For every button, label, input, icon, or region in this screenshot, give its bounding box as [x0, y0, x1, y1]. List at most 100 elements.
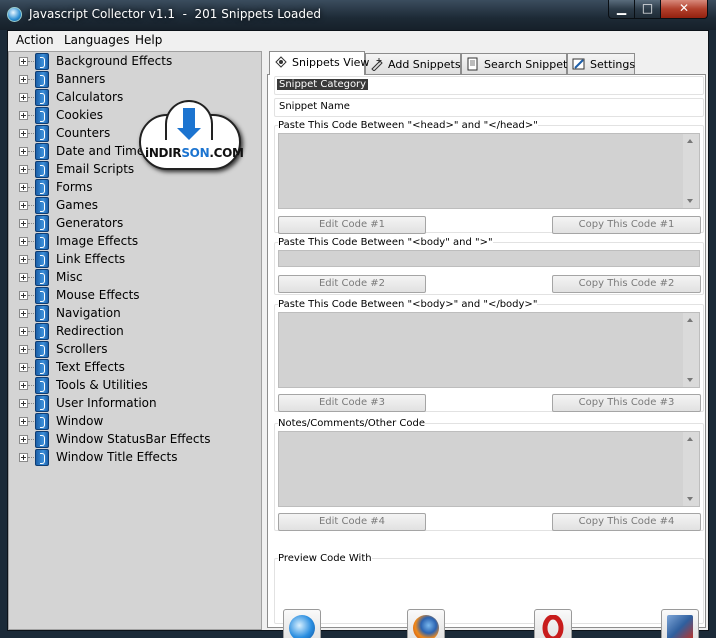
logo-text: iNDIRSON.COM: [145, 146, 244, 160]
tree-item[interactable]: Window StatusBar Effects: [19, 431, 259, 449]
expand-icon[interactable]: [19, 381, 28, 390]
close-button[interactable]: ✕: [660, 0, 708, 19]
logo-text-2: SON: [181, 146, 210, 160]
tree-item-label: Window: [56, 414, 104, 428]
scroll-down-icon[interactable]: [687, 497, 693, 501]
body-code-scrollbar[interactable]: [683, 313, 699, 387]
tree-item-label: Scrollers: [56, 342, 108, 356]
tab-settings[interactable]: Settings: [567, 53, 635, 74]
book-icon: [35, 125, 49, 142]
expand-icon[interactable]: [19, 363, 28, 372]
tree-item[interactable]: Background Effects: [19, 53, 259, 71]
tree-item[interactable]: Tools & Utilities: [19, 377, 259, 395]
edit-code-4-button[interactable]: Edit Code #4: [278, 513, 426, 531]
menu-action[interactable]: Action: [16, 33, 54, 47]
expand-icon[interactable]: [19, 219, 28, 228]
head-code-textarea[interactable]: [278, 133, 700, 209]
tree-item[interactable]: Window: [19, 413, 259, 431]
preview-opera-button[interactable]: [534, 609, 572, 638]
tree-item[interactable]: Generators: [19, 215, 259, 233]
expand-icon[interactable]: [19, 327, 28, 336]
category-tree[interactable]: Background Effects Banners Calculators Cook…: [8, 51, 262, 630]
main-window: Action Languages Help Background Effects…: [7, 30, 709, 638]
notes-textarea[interactable]: [278, 431, 700, 507]
tree-item[interactable]: Forms: [19, 179, 259, 197]
expand-icon[interactable]: [19, 93, 28, 102]
book-icon: [35, 395, 49, 412]
tree-item[interactable]: Scrollers: [19, 341, 259, 359]
menu-languages[interactable]: Languages: [64, 33, 129, 47]
snippet-category-field[interactable]: Snippet Category: [274, 76, 704, 95]
expand-icon[interactable]: [19, 165, 28, 174]
book-icon: [35, 287, 49, 304]
scroll-up-icon[interactable]: [687, 437, 693, 441]
book-icon: [35, 413, 49, 430]
tab-search-snippets[interactable]: Search Snippets: [461, 53, 573, 74]
preview-label: Preview Code With: [278, 553, 372, 564]
tree-item[interactable]: Link Effects: [19, 251, 259, 269]
expand-icon[interactable]: [19, 129, 28, 138]
book-icon: [35, 143, 49, 160]
book-icon: [35, 161, 49, 178]
tab-add-snippets[interactable]: Add Snippets: [365, 53, 461, 74]
tree-item-label: Date and Time: [56, 144, 145, 158]
body-attr-code-input[interactable]: [278, 250, 700, 267]
logo-text-3: .COM: [209, 146, 244, 160]
expand-icon[interactable]: [19, 201, 28, 210]
tree-item-label: Games: [56, 198, 98, 212]
expand-icon[interactable]: [19, 237, 28, 246]
expand-icon[interactable]: [19, 57, 28, 66]
expand-icon[interactable]: [19, 147, 28, 156]
tree-item[interactable]: Image Effects: [19, 233, 259, 251]
expand-icon[interactable]: [19, 255, 28, 264]
menu-help[interactable]: Help: [135, 33, 162, 47]
tree-item[interactable]: Redirection: [19, 323, 259, 341]
expand-icon[interactable]: [19, 273, 28, 282]
netscape-icon: [667, 615, 693, 638]
expand-icon[interactable]: [19, 291, 28, 300]
expand-icon[interactable]: [19, 75, 28, 84]
tree-item[interactable]: Games: [19, 197, 259, 215]
copy-code-4-button[interactable]: Copy This Code #4: [552, 513, 701, 531]
expand-icon[interactable]: [19, 111, 28, 120]
body-code-textarea[interactable]: [278, 312, 700, 388]
snippet-name-field[interactable]: Snippet Name: [274, 98, 704, 117]
tab-snippets-view[interactable]: Snippets View: [269, 51, 369, 75]
notes-label: Notes/Comments/Other Code: [278, 418, 425, 429]
edit-code-3-button[interactable]: Edit Code #3: [278, 394, 426, 412]
tree-item[interactable]: Misc: [19, 269, 259, 287]
tree-item[interactable]: Mouse Effects: [19, 287, 259, 305]
notes-scrollbar[interactable]: [683, 432, 699, 506]
preview-netscape-button[interactable]: [661, 609, 699, 638]
copy-code-3-button[interactable]: Copy This Code #3: [552, 394, 701, 412]
scroll-down-icon[interactable]: [687, 199, 693, 203]
edit-code-2-button[interactable]: Edit Code #2: [278, 275, 426, 293]
download-arrowhead: [177, 128, 201, 140]
expand-icon[interactable]: [19, 417, 28, 426]
scroll-up-icon[interactable]: [687, 318, 693, 322]
copy-code-1-button[interactable]: Copy This Code #1: [552, 216, 701, 234]
expand-icon[interactable]: [19, 309, 28, 318]
expand-icon[interactable]: [19, 453, 28, 462]
expand-icon[interactable]: [19, 345, 28, 354]
copy-code-2-button[interactable]: Copy This Code #2: [552, 275, 701, 293]
head-code-scrollbar[interactable]: [683, 134, 699, 208]
preview-internet-explorer-button[interactable]: [283, 609, 321, 638]
minimize-button[interactable]: ▁: [608, 0, 635, 19]
opera-icon: [540, 614, 566, 638]
expand-icon[interactable]: [19, 435, 28, 444]
tree-item[interactable]: Text Effects: [19, 359, 259, 377]
edit-code-1-button[interactable]: Edit Code #1: [278, 216, 426, 234]
tree-item[interactable]: Banners: [19, 71, 259, 89]
preview-firefox-button[interactable]: [407, 609, 445, 638]
tree-item[interactable]: User Information: [19, 395, 259, 413]
maximize-button[interactable]: □: [634, 0, 661, 19]
preview-group: [274, 558, 704, 624]
expand-icon[interactable]: [19, 183, 28, 192]
window-title: Javascript Collector v1.1 - 201 Snippets…: [29, 7, 321, 21]
scroll-down-icon[interactable]: [687, 378, 693, 382]
tree-item[interactable]: Window Title Effects: [19, 449, 259, 467]
tree-item[interactable]: Navigation: [19, 305, 259, 323]
expand-icon[interactable]: [19, 399, 28, 408]
scroll-up-icon[interactable]: [687, 139, 693, 143]
